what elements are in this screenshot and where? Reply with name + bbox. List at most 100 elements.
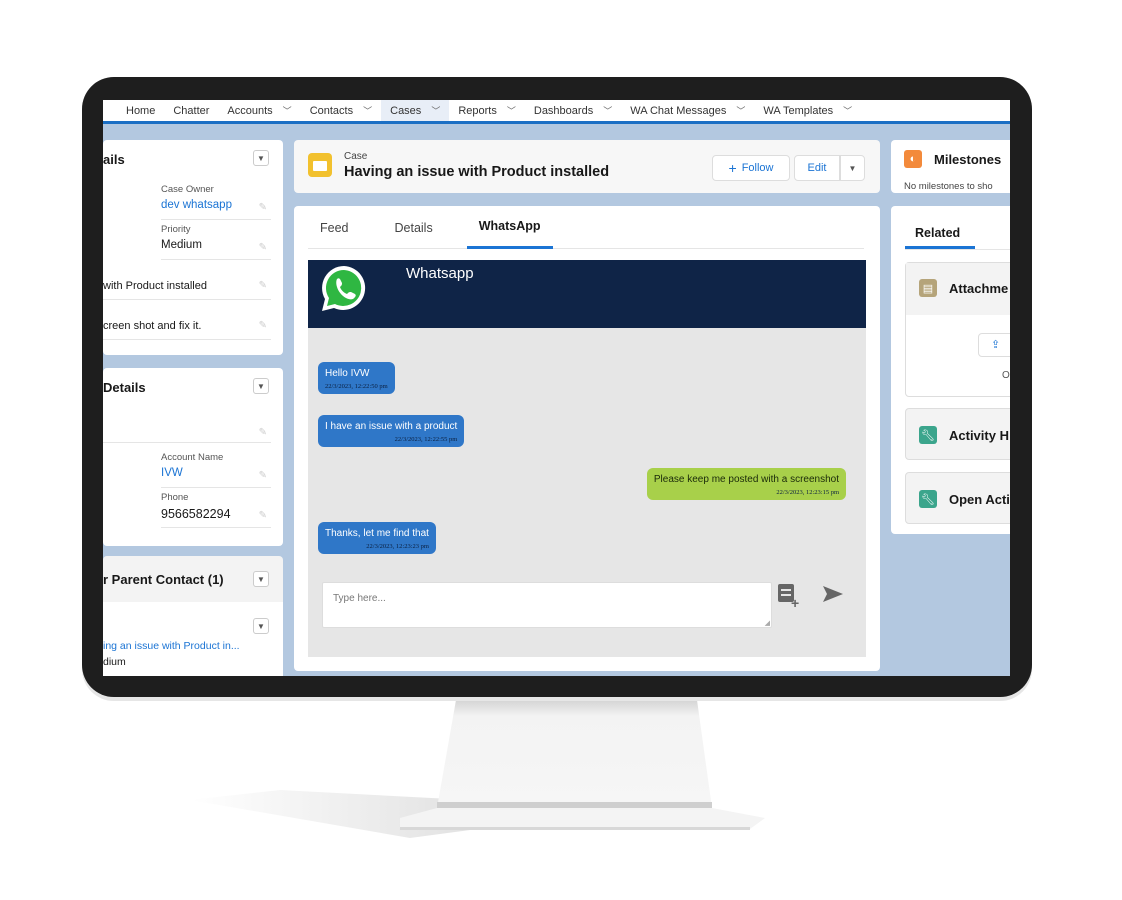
message-text: I have an issue with a product (325, 421, 458, 432)
monitor-screen: Home Chatter Accounts ﹀ Contacts ﹀ Cases ﹀ Repor… (103, 100, 1010, 676)
attachment-icon: ▤ (919, 279, 937, 297)
nav-item-cases[interactable]: Cases ﹀ (381, 100, 450, 121)
tab-related[interactable]: Related (915, 226, 960, 240)
edit-pencil-icon[interactable]: ✎ (259, 427, 267, 438)
edit-button[interactable]: Edit (794, 155, 840, 181)
nav-item-chatter[interactable]: Chatter (164, 100, 218, 121)
wrench-icon: 🔧︎ (919, 490, 937, 508)
edit-pencil-icon[interactable]: ✎ (259, 510, 267, 521)
related-case-priority: dium (103, 656, 126, 668)
chevron-down-icon[interactable]: ﹀ (363, 104, 372, 117)
subject-field: with Product installed ✎ (103, 280, 271, 300)
blank-field: ✎ (103, 423, 271, 443)
card-title: Milestones (934, 152, 1002, 167)
priority-field: Priority Medium ✎ (161, 224, 271, 260)
empty-message: No milestones to sho (904, 181, 993, 192)
upload-files-button[interactable]: ⇪ (978, 333, 1010, 357)
field-label: Account Name (161, 452, 224, 463)
message-input[interactable]: Type here... ◢ (322, 582, 772, 628)
nav-item-wa-templates[interactable]: WA Templates ﹀ (754, 100, 861, 121)
nav-item-label: Home (126, 104, 156, 117)
field-label: Phone (161, 492, 189, 503)
case-tabs-panel: Feed Details WhatsApp Whatsapp Hello IVW 22… (294, 206, 880, 671)
account-name-link[interactable]: IVW (161, 467, 271, 479)
more-actions-dropdown[interactable]: ▼ (840, 155, 865, 181)
send-icon[interactable] (823, 586, 843, 602)
field-value: 9566582294 (161, 507, 231, 521)
description-field: creen shot and fix it. ✎ (103, 320, 271, 340)
attachments-card: ▤ Attachme ⇪ O (905, 262, 1010, 397)
message-text: Thanks, let me find that (325, 528, 429, 539)
tab-feed[interactable]: Feed (308, 206, 361, 249)
edit-pencil-icon[interactable]: ✎ (259, 242, 267, 253)
message-timestamp: 22/3/2023, 12:22:50 pm (325, 383, 388, 390)
edit-pencil-icon[interactable]: ✎ (259, 202, 267, 213)
field-value: with Product installed (103, 280, 207, 292)
card-title: Details (103, 380, 146, 395)
whatsapp-logo-icon (322, 266, 366, 311)
nav-item-wa-chat-messages[interactable]: WA Chat Messages ﹀ (621, 100, 754, 121)
follow-button[interactable]: + Follow (712, 155, 790, 181)
field-value: creen shot and fix it. (103, 320, 202, 332)
chevron-down-icon[interactable]: ﹀ (736, 104, 745, 117)
card-menu-button[interactable]: ▼ (253, 571, 269, 587)
message-timestamp: 22/3/2023, 12:23:15 pm (776, 489, 839, 496)
case-details-card: ails ▼ Case Owner dev whatsapp ✎ Priorit… (103, 140, 283, 355)
whatsapp-chat: Whatsapp Hello IVW 22/3/2023, 12:22:50 pm… (308, 260, 866, 657)
chevron-down-icon[interactable]: ﹀ (283, 104, 292, 117)
milestone-icon: ◐ (904, 150, 922, 168)
related-panel: Related ▤ Attachme ⇪ O 🔧︎ Activity H 🔧︎ … (891, 206, 1010, 534)
message-bubble-outgoing: Please keep me posted with a screenshot 2… (646, 468, 846, 500)
field-label: Priority (161, 224, 191, 235)
card-menu-button[interactable]: ▼ (253, 378, 269, 394)
contact-details-card: Details ▼ ✎ Account Name IVW ✎ Phone 956… (103, 368, 283, 546)
message-timestamp: 22/3/2023, 12:22:55 pm (394, 436, 458, 443)
message-bubble-incoming: Thanks, let me find that 22/3/2023, 12:23… (318, 522, 436, 554)
chevron-down-icon[interactable]: ﹀ (507, 104, 516, 117)
card-title[interactable]: r Parent Contact (1) (103, 572, 224, 587)
edit-pencil-icon[interactable]: ✎ (259, 280, 267, 291)
open-activities-card: 🔧︎ Open Acti (905, 472, 1010, 524)
tab-whatsapp[interactable]: WhatsApp (466, 206, 553, 249)
chevron-down-icon[interactable]: ﹀ (431, 104, 440, 117)
card-title[interactable]: Open Acti (949, 492, 1010, 507)
field-value: Medium (161, 239, 202, 251)
nav-item-label: Contacts (309, 104, 354, 117)
related-list-body: ▼ ing an issue with Product in... dium (103, 602, 283, 676)
nav-item-contacts[interactable]: Contacts ﹀ (301, 100, 381, 121)
edit-pencil-icon[interactable]: ✎ (259, 320, 267, 331)
case-header: Case Having an issue with Product instal… (294, 140, 880, 193)
case-owner-link[interactable]: dev whatsapp (161, 199, 271, 211)
attach-template-icon[interactable]: + (778, 584, 802, 611)
activity-history-card: 🔧︎ Activity H (905, 408, 1010, 460)
card-title[interactable]: Attachme (949, 281, 1008, 296)
edit-pencil-icon[interactable]: ✎ (259, 470, 267, 481)
tab-details[interactable]: Details (383, 206, 445, 249)
nav-item-home[interactable]: Home (117, 100, 164, 121)
follow-label: Follow (741, 162, 774, 174)
field-label: Case Owner (161, 184, 214, 195)
whatsapp-header: Whatsapp (308, 260, 866, 328)
message-timestamp: 22/3/2023, 12:23:23 pm (366, 543, 429, 550)
chat-title: Whatsapp (406, 265, 474, 282)
page-title: Having an issue with Product installed (344, 164, 610, 180)
parent-contact-card: r Parent Contact (1) ▼ ▼ ing an issue wi… (103, 556, 283, 676)
row-menu-button[interactable]: ▼ (253, 618, 269, 634)
tab-bar: Feed Details WhatsApp (308, 206, 575, 249)
wrench-icon: 🔧︎ (919, 426, 937, 444)
nav-item-accounts[interactable]: Accounts ﹀ (218, 100, 300, 121)
chevron-down-icon[interactable]: ﹀ (603, 104, 612, 117)
card-title[interactable]: Activity H (949, 428, 1009, 443)
resize-handle-icon[interactable]: ◢ (765, 619, 770, 627)
nav-item-reports[interactable]: Reports ﹀ (449, 100, 525, 121)
message-bubble-incoming: Hello IVW 22/3/2023, 12:22:50 pm (318, 362, 395, 394)
case-icon (308, 153, 332, 177)
drop-files-text: O (1002, 370, 1010, 381)
nav-item-label: Dashboards (533, 104, 594, 117)
card-menu-button[interactable]: ▼ (253, 150, 269, 166)
nav-item-label: WA Chat Messages (630, 104, 727, 117)
chevron-down-icon[interactable]: ﹀ (843, 104, 852, 117)
nav-item-label: Chatter (173, 104, 210, 117)
nav-item-dashboards[interactable]: Dashboards ﹀ (525, 100, 621, 121)
related-case-link[interactable]: ing an issue with Product in... (103, 640, 240, 652)
